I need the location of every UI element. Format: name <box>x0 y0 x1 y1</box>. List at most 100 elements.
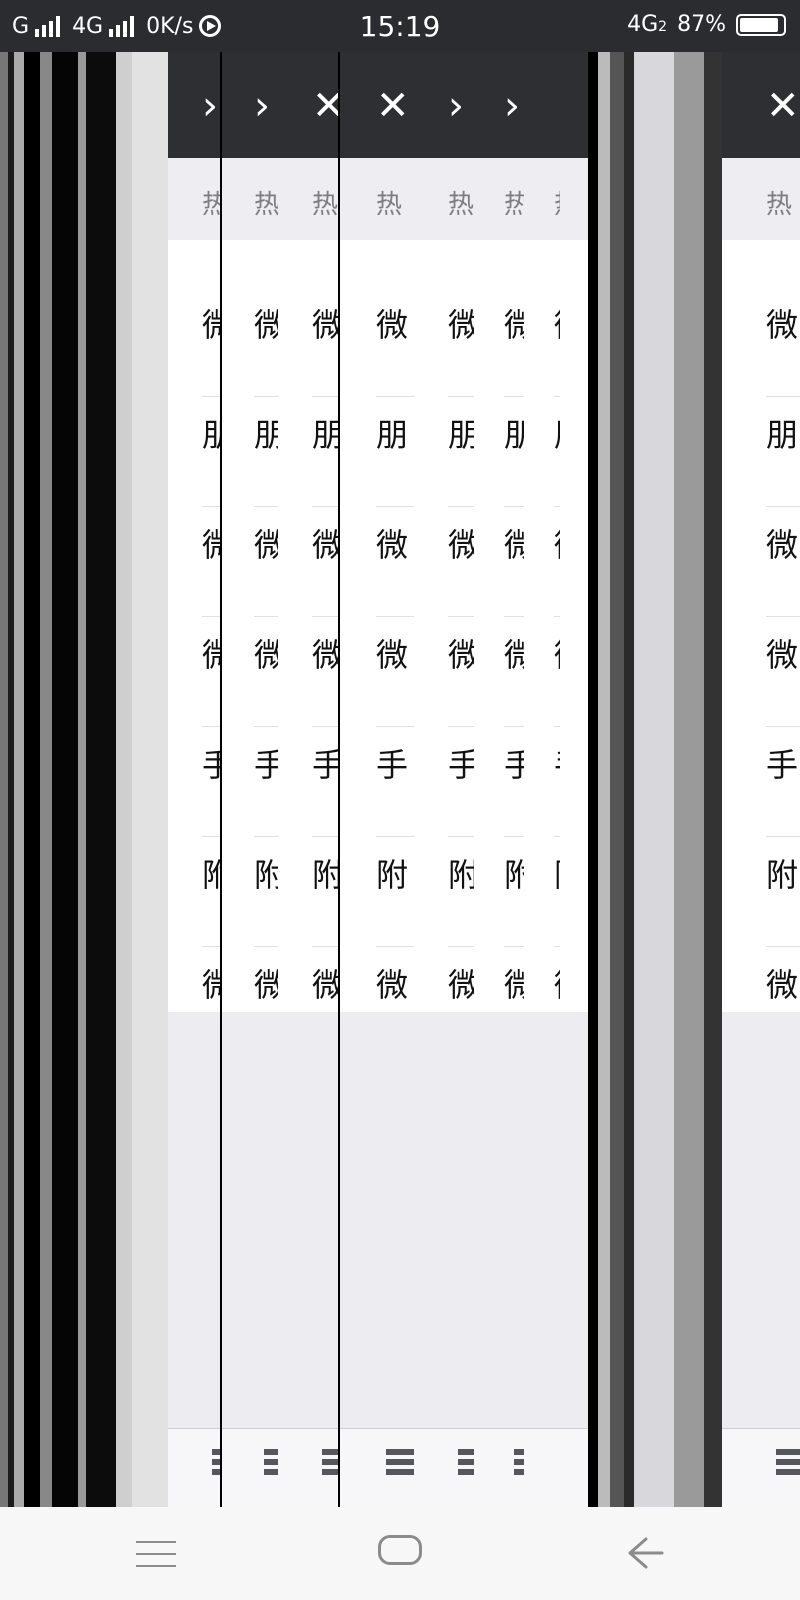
list-item-label: 微 <box>254 966 278 1004</box>
ghost-page-column: › 热微朋微微手附微 <box>222 52 278 1507</box>
empty-area <box>560 1012 588 1428</box>
list-item-label: 微 <box>254 526 278 564</box>
smear-stripe <box>24 52 40 1507</box>
section-header <box>560 158 588 240</box>
ghost-page-column: › 热微朋微微手附微 <box>414 52 474 1507</box>
section-header-label: 热 <box>202 190 220 220</box>
list-item-label: 附 <box>376 856 409 894</box>
divider <box>254 506 278 507</box>
divider <box>254 946 278 947</box>
battery-icon <box>736 13 786 36</box>
divider <box>448 616 474 617</box>
list <box>474 240 524 1012</box>
smear-stripe <box>704 52 722 1507</box>
section-header-label: 热 <box>312 190 338 220</box>
list-icon <box>212 1449 220 1475</box>
status-bar: G 4G 0K/s 15:19 4G2 87% <box>0 0 800 52</box>
list-item-label: 附 <box>448 856 474 894</box>
divider <box>448 836 474 837</box>
smear-stripe <box>116 52 132 1507</box>
smear-stripe <box>598 52 610 1507</box>
list-item-label: 附 <box>504 856 524 894</box>
list-item-label: 微 <box>504 636 524 674</box>
list-item-label: 手 <box>504 746 524 784</box>
list-item-label: 微 <box>448 526 474 564</box>
menu-icon[interactable] <box>136 1541 176 1567</box>
divider <box>448 396 474 397</box>
ghost-page-column: 热微朋微微手附微 <box>560 52 588 1507</box>
list-item-label: 手 <box>376 746 409 784</box>
list-item-label: 微 <box>312 526 338 564</box>
divider <box>766 616 800 617</box>
smear-stripe <box>0 52 8 1507</box>
divider <box>254 836 278 837</box>
ghost-page-column: › 热微朋微微手附微 <box>474 52 524 1507</box>
section-header-label: 热 <box>504 190 524 220</box>
divider <box>202 396 220 397</box>
smear-stripe <box>634 52 674 1507</box>
divider <box>504 726 524 727</box>
list-item-label: 微 <box>448 966 474 1004</box>
list-item-label: 附 <box>766 856 799 894</box>
smear-stripe <box>86 52 116 1507</box>
empty-area <box>524 1012 560 1428</box>
divider <box>376 726 414 727</box>
ghost-page-column: › 热微朋微微手附微 <box>168 52 220 1507</box>
list-icon <box>386 1449 414 1475</box>
divider <box>254 396 278 397</box>
back-icon[interactable] <box>624 1533 664 1573</box>
divider <box>202 506 220 507</box>
divider <box>504 396 524 397</box>
divider <box>202 616 220 617</box>
list <box>168 240 220 1012</box>
list-icon <box>264 1449 278 1475</box>
nav-bar <box>524 52 560 158</box>
list-item-label: 微 <box>376 306 409 344</box>
divider <box>312 616 338 617</box>
list-item-label: 附 <box>312 856 338 894</box>
list <box>722 240 800 1012</box>
list-item-label: 朋 <box>448 416 474 454</box>
home-icon[interactable] <box>378 1535 422 1565</box>
section-header-label: 热 <box>376 190 403 220</box>
chevron-right-icon: › <box>504 83 520 129</box>
divider <box>312 726 338 727</box>
chevron-right-icon: › <box>202 83 218 129</box>
divider <box>504 946 524 947</box>
divider <box>766 396 800 397</box>
list-icon <box>514 1449 524 1475</box>
divider <box>202 836 220 837</box>
list-item-label: 微 <box>376 966 409 1004</box>
list-item-label: 手 <box>312 746 338 784</box>
list-item-label: 微 <box>202 636 220 674</box>
divider <box>376 946 414 947</box>
divider <box>376 396 414 397</box>
list <box>278 240 338 1012</box>
smear-stripe <box>14 52 24 1507</box>
list-item-label: 微 <box>312 306 338 344</box>
close-icon: ✕ <box>312 83 338 129</box>
close-icon: ✕ <box>376 83 410 129</box>
list-item-label: 手 <box>254 746 278 784</box>
divider <box>254 616 278 617</box>
network-type: 4G2 <box>627 12 668 37</box>
list-item-label: 朋 <box>504 416 524 454</box>
divider <box>448 506 474 507</box>
list-item-label: 朋 <box>312 416 338 454</box>
close-icon: ✕ <box>766 83 800 129</box>
list-item-label: 附 <box>202 856 220 894</box>
divider <box>504 836 524 837</box>
list-icon <box>458 1449 474 1475</box>
list-item-label: 微 <box>312 966 338 1004</box>
divider <box>312 836 338 837</box>
divider <box>766 946 800 947</box>
smear-stripe <box>132 52 168 1507</box>
divider <box>312 946 338 947</box>
list <box>414 240 474 1012</box>
section-header-label: 热 <box>766 190 793 220</box>
list-item-label: 微 <box>766 636 799 674</box>
smear-stripe <box>674 52 704 1507</box>
divider <box>376 836 414 837</box>
list-item-label: 朋 <box>376 416 409 454</box>
smear-stripe <box>624 52 634 1507</box>
